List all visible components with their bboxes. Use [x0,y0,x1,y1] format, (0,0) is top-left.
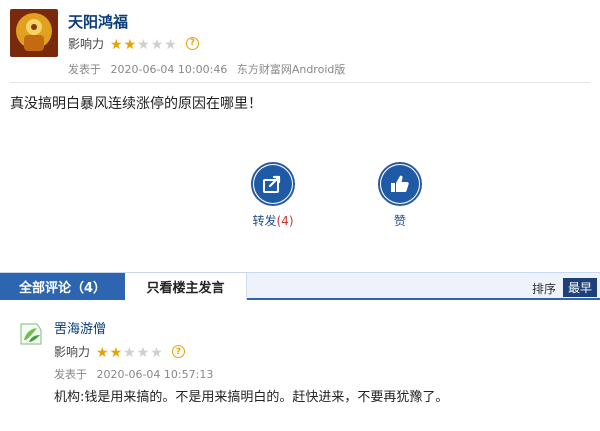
share-label[interactable]: 转发(4) [248,212,298,229]
posted-label: 发表于 [54,368,87,381]
like-button[interactable]: 赞 [375,162,425,229]
help-icon[interactable]: ? [171,345,185,358]
posted-time: 2020-06-04 10:57:13 [96,368,214,381]
sort-label: 排序 [531,282,556,296]
author-name[interactable]: 天阳鸿福 [68,11,128,32]
thumbs-up-icon[interactable] [378,162,422,206]
star-filled-icon: ★ [123,36,137,53]
tab-all-comments[interactable]: 全部评论（4） [0,273,125,300]
comment-meta: 发表于 2020-06-04 10:57:13 [54,366,219,382]
commenter-influence: 影响力 ★★★★★ ? [54,342,185,361]
commenter-avatar[interactable] [17,320,45,348]
post-header: 天阳鸿福 影响力 ★★★★★ ? 发表于 2020-06-04 10:00:46… [10,6,590,78]
sort-earliest-button[interactable]: 最早 [563,278,597,297]
help-icon[interactable]: ? [185,36,199,50]
share-count: (4) [276,214,294,228]
influence-rating: 影响力 ★★★★★ ? [68,34,199,53]
post-meta: 发表于 2020-06-04 10:00:46 东方财富网Android版 [68,61,351,77]
post-content: 真没搞明白暴风连续涨停的原因在哪里！ [10,96,262,112]
star-empty-icon: ★ [164,36,177,53]
star-filled-icon: ★ [109,345,123,361]
posted-label: 发表于 [68,63,101,76]
divider [10,82,590,83]
posted-time: 2020-06-04 10:00:46 [110,63,228,76]
rating-stars: ★★★★★ [110,34,178,53]
like-label: 赞 [393,214,406,228]
star-empty-icon: ★ [150,36,164,53]
rating-stars: ★★★★★ [96,342,164,361]
star-filled-icon: ★ [110,36,123,53]
author-avatar[interactable] [10,9,58,57]
share-button[interactable]: 转发(4) [248,162,298,229]
comment-tabs-bar: 全部评论（4） 只看楼主发言 排序 最早 [0,272,600,300]
comment-text: 机构:钱是用来搞的。不是用来搞明白的。赶快进来，不要再犹豫了。 [54,390,449,405]
tab-author-only[interactable]: 只看楼主发言 [125,273,247,300]
star-empty-icon: ★ [150,345,163,361]
star-empty-icon: ★ [136,345,150,361]
influence-label: 影响力 [68,36,105,51]
star-empty-icon: ★ [123,345,136,361]
share-icon[interactable] [251,162,295,206]
star-filled-icon: ★ [96,345,109,361]
influence-label: 影响力 [54,345,91,359]
commenter-name[interactable]: 罟海游僧 [54,318,106,337]
post-source: 东方财富网Android版 [236,63,346,76]
star-empty-icon: ★ [137,36,150,53]
